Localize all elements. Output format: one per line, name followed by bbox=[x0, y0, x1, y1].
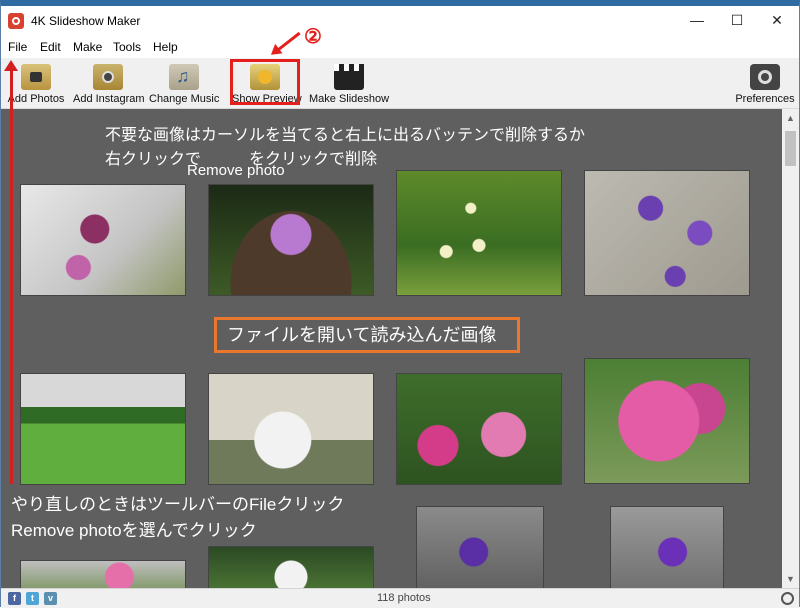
folder-photo-icon bbox=[21, 64, 51, 90]
file-menu-pointer-line bbox=[10, 66, 13, 484]
photo-thumbnail[interactable] bbox=[397, 374, 561, 484]
menu-file[interactable]: File bbox=[8, 40, 27, 54]
step-marker: ② bbox=[304, 26, 322, 48]
vertical-scrollbar[interactable]: ▲ ▼ bbox=[782, 109, 799, 588]
app-logo-icon bbox=[8, 13, 24, 29]
photo-thumbnail[interactable] bbox=[209, 374, 373, 484]
toolbar: Add Photos Add Instagram Change Music Sh… bbox=[1, 58, 799, 109]
instagram-camera-icon bbox=[93, 64, 123, 90]
app-window: 4K Slideshow Maker — ☐ ✕ File Edit Make … bbox=[0, 0, 800, 608]
maximize-button[interactable]: ☐ bbox=[717, 6, 757, 36]
change-music-button[interactable]: Change Music bbox=[149, 60, 219, 106]
photo-count: 118 photos bbox=[377, 592, 431, 604]
remove-photo-label: Remove photo bbox=[187, 162, 285, 179]
window-title: 4K Slideshow Maker bbox=[31, 14, 141, 28]
make-slideshow-button[interactable]: Make Slideshow bbox=[309, 60, 389, 106]
title-bar: 4K Slideshow Maker — ☐ ✕ bbox=[1, 6, 799, 36]
vimeo-icon[interactable]: v bbox=[44, 592, 57, 605]
photo-thumbnail[interactable] bbox=[209, 547, 373, 588]
menu-bar: File Edit Make Tools Help bbox=[1, 36, 799, 58]
twitter-icon[interactable]: t bbox=[26, 592, 39, 605]
close-button[interactable]: ✕ bbox=[757, 6, 797, 36]
scroll-down-arrow-icon[interactable]: ▼ bbox=[786, 574, 795, 584]
photo-thumbnail[interactable] bbox=[585, 171, 749, 295]
delete-tip-line1: 不要な画像はカーソルを当てると右上に出るバッテンで削除するか bbox=[105, 127, 586, 144]
status-bar: f t v 118 photos bbox=[1, 588, 799, 608]
show-preview-highlight bbox=[230, 59, 300, 105]
add-instagram-button[interactable]: Add Instagram bbox=[73, 60, 145, 106]
make-slideshow-label: Make Slideshow bbox=[309, 93, 390, 105]
photo-thumbnail[interactable] bbox=[397, 171, 561, 295]
preferences-label: Preferences bbox=[735, 93, 795, 105]
menu-tools[interactable]: Tools bbox=[113, 40, 141, 54]
clapperboard-icon bbox=[334, 64, 364, 90]
redo-tip-line2: Remove photoを選んでクリック bbox=[11, 521, 257, 540]
photo-gallery[interactable]: 不要な画像はカーソルを当てると右上に出るバッテンで削除するか 右クリックで をク… bbox=[1, 109, 782, 588]
menu-make[interactable]: Make bbox=[73, 40, 102, 54]
redo-tip-line1: やり直しのときはツールバーのFileクリック bbox=[11, 495, 345, 514]
add-instagram-label: Add Instagram bbox=[73, 93, 145, 105]
minimize-button[interactable]: — bbox=[677, 6, 717, 36]
change-music-label: Change Music bbox=[149, 93, 220, 105]
photo-thumbnail[interactable] bbox=[21, 374, 185, 484]
scroll-thumb[interactable] bbox=[785, 131, 796, 166]
menu-help[interactable]: Help bbox=[153, 40, 178, 54]
photo-thumbnail[interactable] bbox=[21, 561, 185, 588]
add-photos-label: Add Photos bbox=[7, 93, 65, 105]
photo-thumbnail[interactable] bbox=[209, 185, 373, 295]
preferences-button[interactable]: Preferences bbox=[735, 60, 795, 106]
facebook-icon[interactable]: f bbox=[8, 592, 21, 605]
globe-icon[interactable] bbox=[781, 592, 794, 605]
music-note-icon bbox=[169, 64, 199, 90]
photo-thumbnail[interactable] bbox=[417, 507, 543, 588]
photo-thumbnail[interactable] bbox=[585, 359, 749, 483]
menu-edit[interactable]: Edit bbox=[40, 40, 61, 54]
gear-icon bbox=[750, 64, 780, 90]
photo-thumbnail[interactable] bbox=[611, 507, 723, 588]
loaded-images-callout: ファイルを開いて読み込んだ画像 bbox=[214, 317, 520, 353]
scroll-up-arrow-icon[interactable]: ▲ bbox=[786, 113, 795, 123]
photo-thumbnail[interactable] bbox=[21, 185, 185, 295]
